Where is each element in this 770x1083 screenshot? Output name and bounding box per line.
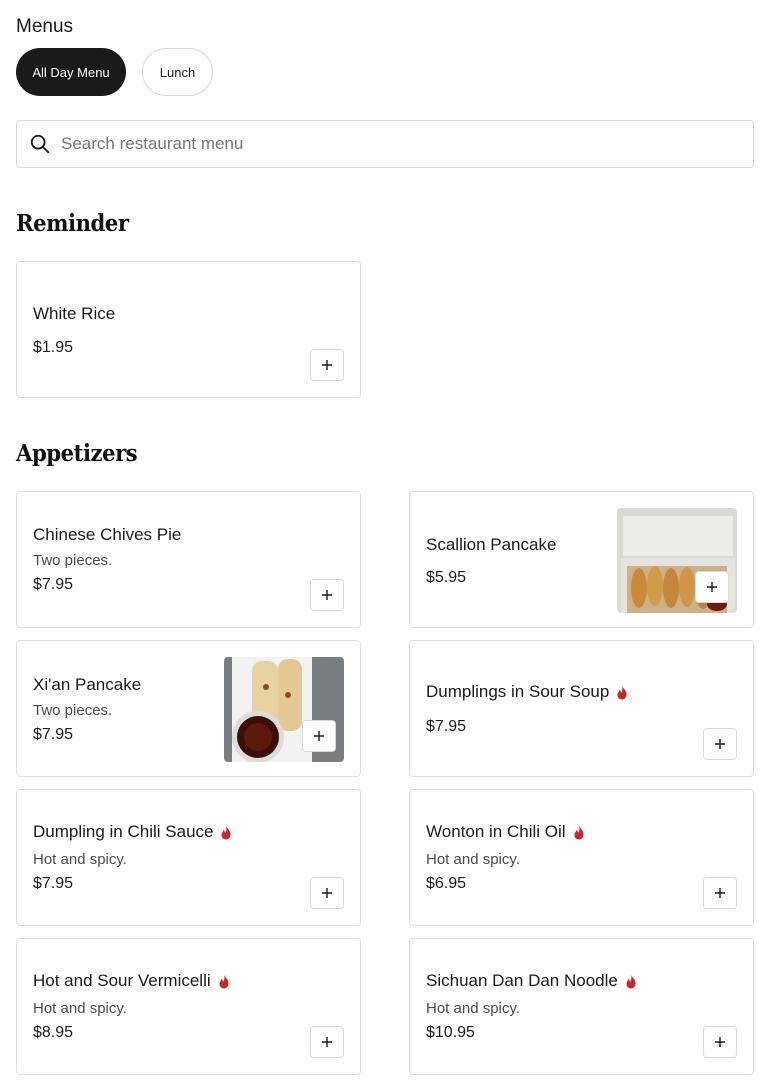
item-description: Hot and spicy. bbox=[426, 851, 520, 868]
menu-item-card[interactable]: Scallion Pancake $5.95 bbox=[409, 491, 754, 628]
section-title-appetizers: Appetizers bbox=[16, 440, 138, 467]
item-name-text: Hot and Sour Vermicelli bbox=[33, 971, 211, 990]
item-name-text: Dumpling in Chili Sauce bbox=[33, 822, 214, 841]
add-item-button[interactable] bbox=[703, 1026, 737, 1058]
plus-icon bbox=[322, 888, 332, 898]
section-title-reminder: Reminder bbox=[16, 210, 129, 237]
add-item-button[interactable] bbox=[703, 728, 737, 760]
item-price: $1.95 bbox=[33, 339, 74, 356]
page-title: Menus bbox=[16, 16, 74, 37]
item-name: Wonton in Chili Oil bbox=[426, 822, 586, 842]
spicy-icon bbox=[626, 974, 636, 988]
item-name: Chinese Chives Pie bbox=[33, 525, 182, 544]
item-price: $8.95 bbox=[33, 1024, 74, 1041]
menu-item-card[interactable]: White Rice $1.95 bbox=[16, 261, 361, 398]
tab-lunch[interactable]: Lunch bbox=[142, 48, 213, 96]
item-price: $7.95 bbox=[426, 718, 467, 735]
menu-item-card[interactable]: Dumplings in Sour Soup $7.95 bbox=[409, 640, 754, 777]
menu-item-card[interactable]: Sichuan Dan Dan Noodle Hot and spicy. $1… bbox=[409, 938, 754, 1075]
item-description: Hot and spicy. bbox=[426, 1000, 520, 1017]
plus-icon bbox=[322, 360, 332, 370]
add-item-button[interactable] bbox=[310, 579, 344, 611]
item-name: Dumpling in Chili Sauce bbox=[33, 822, 233, 842]
tab-all-day-menu[interactable]: All Day Menu bbox=[16, 48, 126, 96]
item-name: Hot and Sour Vermicelli bbox=[33, 971, 231, 991]
add-item-button[interactable] bbox=[310, 1026, 344, 1058]
plus-icon bbox=[715, 739, 725, 749]
add-item-button[interactable] bbox=[695, 571, 729, 603]
item-description: Hot and spicy. bbox=[33, 1000, 127, 1017]
item-name-text: Sichuan Dan Dan Noodle bbox=[426, 971, 618, 990]
item-description: Two pieces. bbox=[33, 702, 113, 719]
menu-item-card[interactable]: Xi'an Pancake Two pieces. $7.95 bbox=[16, 640, 361, 777]
item-price: $7.95 bbox=[33, 875, 74, 892]
menu-item-card[interactable]: Dumpling in Chili Sauce Hot and spicy. $… bbox=[16, 789, 361, 926]
spicy-icon bbox=[574, 825, 584, 839]
item-name: Scallion Pancake bbox=[426, 535, 557, 554]
item-name: Xi'an Pancake bbox=[33, 675, 142, 694]
add-item-button[interactable] bbox=[310, 877, 344, 909]
search-input[interactable] bbox=[61, 134, 701, 154]
item-name-text: Wonton in Chili Oil bbox=[426, 822, 566, 841]
item-price: $7.95 bbox=[33, 726, 74, 743]
item-price: $7.95 bbox=[33, 576, 74, 593]
add-item-button[interactable] bbox=[703, 877, 737, 909]
item-name: Dumplings in Sour Soup bbox=[426, 682, 629, 702]
add-item-button[interactable] bbox=[302, 720, 336, 752]
spicy-icon bbox=[617, 685, 627, 699]
plus-icon bbox=[715, 1037, 725, 1047]
menu-item-card[interactable]: Wonton in Chili Oil Hot and spicy. $6.95 bbox=[409, 789, 754, 926]
item-name: White Rice bbox=[33, 304, 116, 323]
item-name-text: Dumplings in Sour Soup bbox=[426, 682, 610, 701]
add-item-button[interactable] bbox=[310, 349, 344, 381]
item-name: Sichuan Dan Dan Noodle bbox=[426, 971, 638, 991]
search-icon bbox=[30, 134, 50, 154]
plus-icon bbox=[707, 582, 717, 592]
plus-icon bbox=[715, 888, 725, 898]
item-price: $5.95 bbox=[426, 569, 467, 586]
item-price: $10.95 bbox=[426, 1024, 475, 1041]
spicy-icon bbox=[221, 825, 231, 839]
plus-icon bbox=[322, 590, 332, 600]
menu-item-card[interactable]: Chinese Chives Pie Two pieces. $7.95 bbox=[16, 491, 361, 628]
plus-icon bbox=[322, 1037, 332, 1047]
item-description: Two pieces. bbox=[33, 552, 113, 569]
item-price: $6.95 bbox=[426, 875, 467, 892]
search-bar[interactable] bbox=[16, 120, 754, 168]
plus-icon bbox=[314, 731, 324, 741]
menu-item-card[interactable]: Hot and Sour Vermicelli Hot and spicy. $… bbox=[16, 938, 361, 1075]
item-description: Hot and spicy. bbox=[33, 851, 127, 868]
spicy-icon bbox=[219, 974, 229, 988]
